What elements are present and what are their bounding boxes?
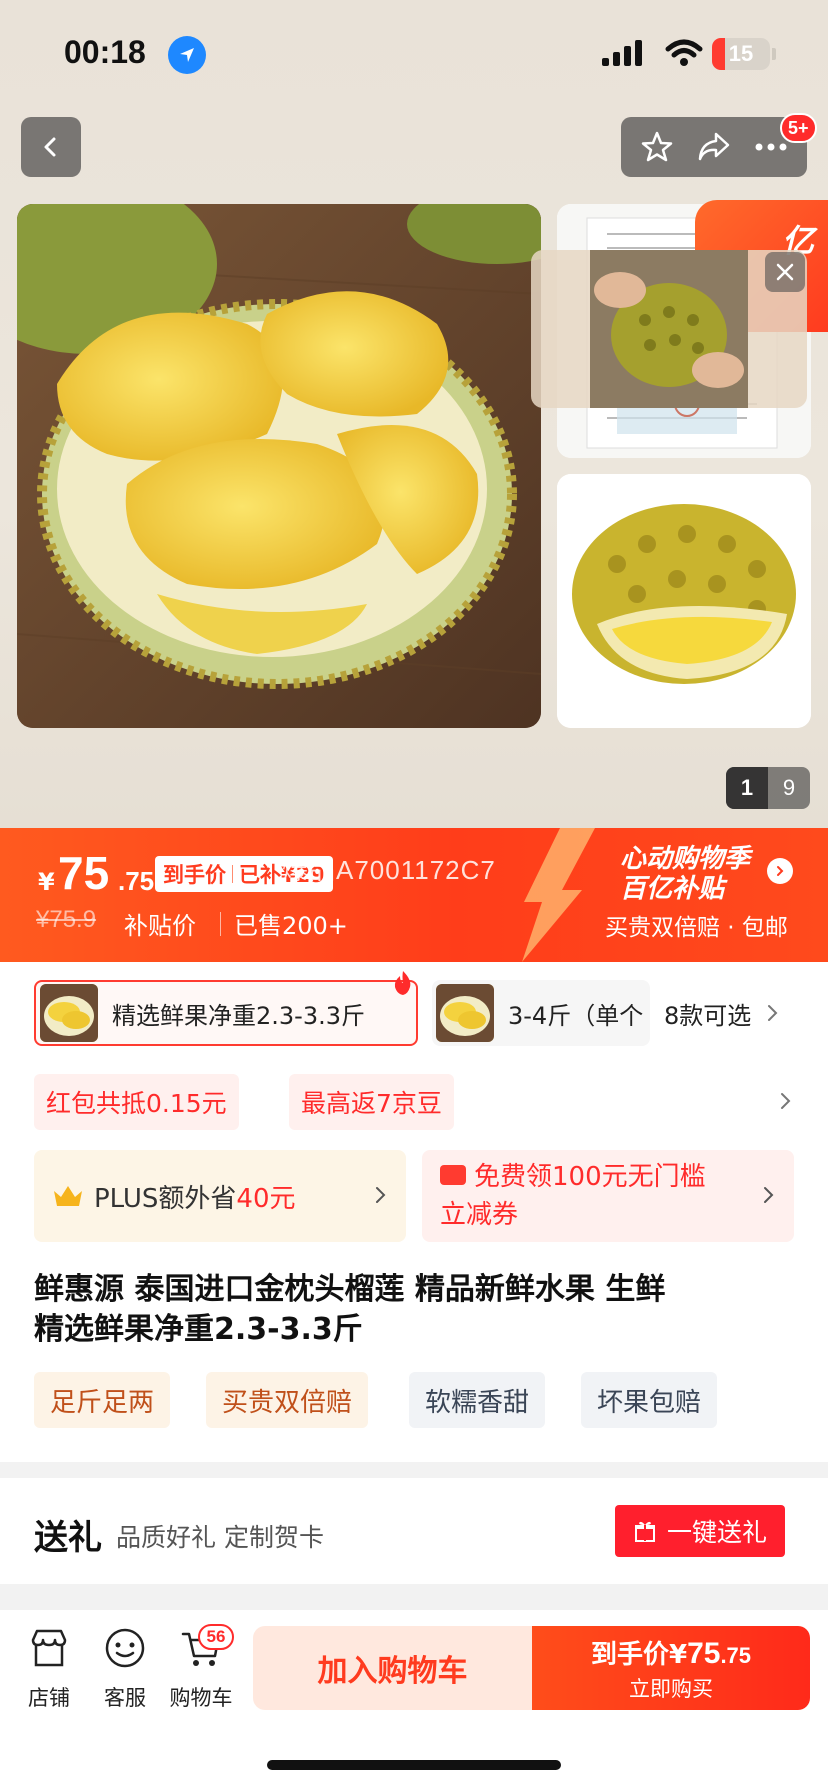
chevron-right-icon	[376, 1187, 386, 1203]
location-arrow-icon	[168, 36, 206, 74]
subsidy-price-label: 补贴价	[124, 912, 196, 940]
status-time: 00:18	[64, 34, 146, 70]
tag-soft-sweet: 软糯香甜	[409, 1372, 546, 1428]
jd-bean-coupon[interactable]: 最高返7京豆	[289, 1074, 454, 1130]
buy-price-prefix: 到手价¥	[590, 1639, 688, 1670]
battery-level: 15	[728, 41, 754, 66]
free-coupon-line1: 免费领100元无门槛	[474, 1162, 706, 1192]
add-to-cart-button[interactable]: 加入购物车	[253, 1626, 532, 1710]
buy-now-label: 立即购买	[629, 1676, 713, 1701]
home-indicator	[267, 1760, 561, 1770]
sku-option-selected[interactable]: 精选鲜果净重2.3-3.3斤	[34, 980, 418, 1046]
coupon-card-icon	[440, 1164, 466, 1185]
promo-event-title[interactable]: 心动购物季 百亿补贴	[620, 844, 750, 904]
red-packet-coupon[interactable]: 红包共抵0.15元	[34, 1074, 239, 1130]
product-title: 鲜惠源 泰国进口金枕头榴莲 精品新鲜水果 生鲜 精选鲜果净重2.3-3.3斤	[34, 1270, 794, 1350]
buy-price-decimal: .75	[720, 1642, 752, 1668]
page-total: 9	[782, 775, 796, 800]
coupon-row[interactable]: 红包共抵0.15元 最高返7京豆	[34, 1074, 794, 1130]
close-icon	[776, 263, 794, 281]
sku-more-label: 8款可选	[664, 1001, 752, 1030]
final-price-label: 到手价	[163, 863, 226, 887]
sku-label: 精选鲜果净重2.3-3.3斤	[112, 1001, 365, 1030]
tab-store[interactable]: 店铺	[14, 1624, 84, 1724]
product-title-line1: 鲜惠源 泰国进口金枕头榴莲 精品新鲜水果 生鲜	[34, 1272, 666, 1307]
page-current: 1	[726, 767, 768, 809]
sku-label: 3-4斤（单个	[508, 1001, 644, 1030]
promo-event-title-line1: 心动购物季	[620, 844, 751, 874]
product-tags: 足斤足两 买贵双倍赔 软糯香甜 坏果包赔	[34, 1372, 794, 1428]
customer-service-icon	[101, 1624, 149, 1672]
tag-full-weight: 足斤足两	[34, 1372, 171, 1428]
share-button[interactable]	[689, 122, 739, 172]
sku-thumbnail	[40, 984, 98, 1042]
product-title-line2: 精选鲜果净重2.3-3.3斤	[34, 1312, 363, 1347]
cart-count-badge: 56	[198, 1624, 234, 1650]
share-icon	[698, 132, 730, 161]
tab-cart-label: 购物车	[169, 1686, 233, 1710]
gift-icon	[633, 1519, 657, 1543]
price-banner: ¥ 75 .75 到手价 已补¥29 爆品A7001172C7 ¥75.9 补贴…	[0, 828, 828, 962]
chevron-right-icon	[764, 1187, 774, 1203]
battery-icon: 15	[712, 38, 770, 70]
gift-subtitle: 品质好礼 定制贺卡	[116, 1523, 324, 1552]
chevron-right-icon[interactable]	[774, 1090, 796, 1112]
chevron-right-icon	[768, 1005, 778, 1021]
promo-guarantee: 买贵双倍赔 · 包邮	[605, 915, 788, 941]
benefit-row: PLUS额外省 40元 免费领100元无门槛 立减券	[34, 1150, 794, 1242]
free-coupon-line2: 立减券	[440, 1200, 519, 1230]
sku-selector: 精选鲜果净重2.3-3.3斤 3-4斤（单个 8款可选	[34, 971, 828, 1052]
tag-price-guarantee: 买贵双倍赔	[206, 1372, 369, 1428]
product-code-overlay: 爆品A7001172C7	[282, 855, 496, 885]
favorite-button[interactable]	[632, 122, 682, 172]
tab-customer-service-label: 客服	[104, 1686, 146, 1710]
buy-price-integer: 75	[687, 1636, 721, 1670]
star-icon	[642, 131, 673, 162]
lightning-decoration	[522, 828, 595, 962]
sold-count: 已售200+	[234, 912, 348, 940]
signal-icon	[600, 38, 646, 72]
tag-bad-fruit-refund: 坏果包赔	[581, 1372, 718, 1428]
main-product-image[interactable]	[17, 204, 541, 728]
store-icon	[25, 1624, 73, 1672]
product-gallery[interactable]: 00:18 15 5+ 亿 1 9	[0, 0, 828, 828]
gift-button-label: 一键送礼	[666, 1518, 767, 1547]
chevron-right-icon[interactable]	[767, 858, 793, 884]
notification-badge: 5+	[780, 113, 817, 143]
sku-more-button[interactable]: 8款可选	[652, 980, 784, 1046]
buy-now-price: 到手价¥75.75	[591, 1634, 751, 1671]
video-frame	[590, 250, 748, 408]
back-button[interactable]	[21, 117, 81, 177]
buy-now-button[interactable]: 到手价¥75.75 立即购买	[532, 1626, 810, 1710]
chevron-left-icon	[44, 137, 56, 157]
more-icon	[755, 143, 787, 151]
sku-thumbnail	[436, 984, 494, 1042]
durian-thumbnail[interactable]	[557, 474, 811, 728]
price-currency: ¥	[38, 868, 55, 896]
sku-option[interactable]: 3-4斤（单个	[432, 980, 650, 1046]
add-to-cart-label: 加入购物车	[317, 1654, 468, 1689]
product-info-card: 精选鲜果净重2.3-3.3斤 3-4斤（单个 8款可选 红包共抵0.15元 最高…	[0, 962, 828, 1462]
price-decimal: .75	[118, 866, 155, 896]
gallery-page-indicator: 1 9	[726, 767, 810, 809]
price-integer: 75	[58, 847, 110, 899]
gift-title: 送礼	[34, 1518, 102, 1558]
divider	[220, 912, 221, 936]
plus-savings-amount: 40元	[236, 1183, 296, 1214]
battery-tip	[772, 48, 776, 60]
free-coupon-card[interactable]: 免费领100元无门槛 立减券	[422, 1150, 794, 1242]
close-video-button[interactable]	[765, 252, 805, 292]
flame-icon	[394, 971, 411, 995]
wifi-icon	[664, 38, 704, 72]
promo-event-title-line2: 百亿补贴	[620, 874, 725, 904]
plus-savings-prefix: PLUS额外省	[94, 1183, 237, 1214]
original-price: ¥75.9	[36, 906, 97, 933]
plus-savings-card[interactable]: PLUS额外省 40元	[34, 1150, 406, 1242]
tab-store-label: 店铺	[28, 1686, 70, 1710]
tab-customer-service[interactable]: 客服	[90, 1624, 160, 1724]
gift-section: 送礼 品质好礼 定制贺卡 一键送礼	[0, 1478, 828, 1584]
status-bar: 00:18 15	[0, 0, 828, 110]
one-click-gift-button[interactable]: 一键送礼	[615, 1505, 785, 1557]
crown-icon	[54, 1186, 82, 1206]
